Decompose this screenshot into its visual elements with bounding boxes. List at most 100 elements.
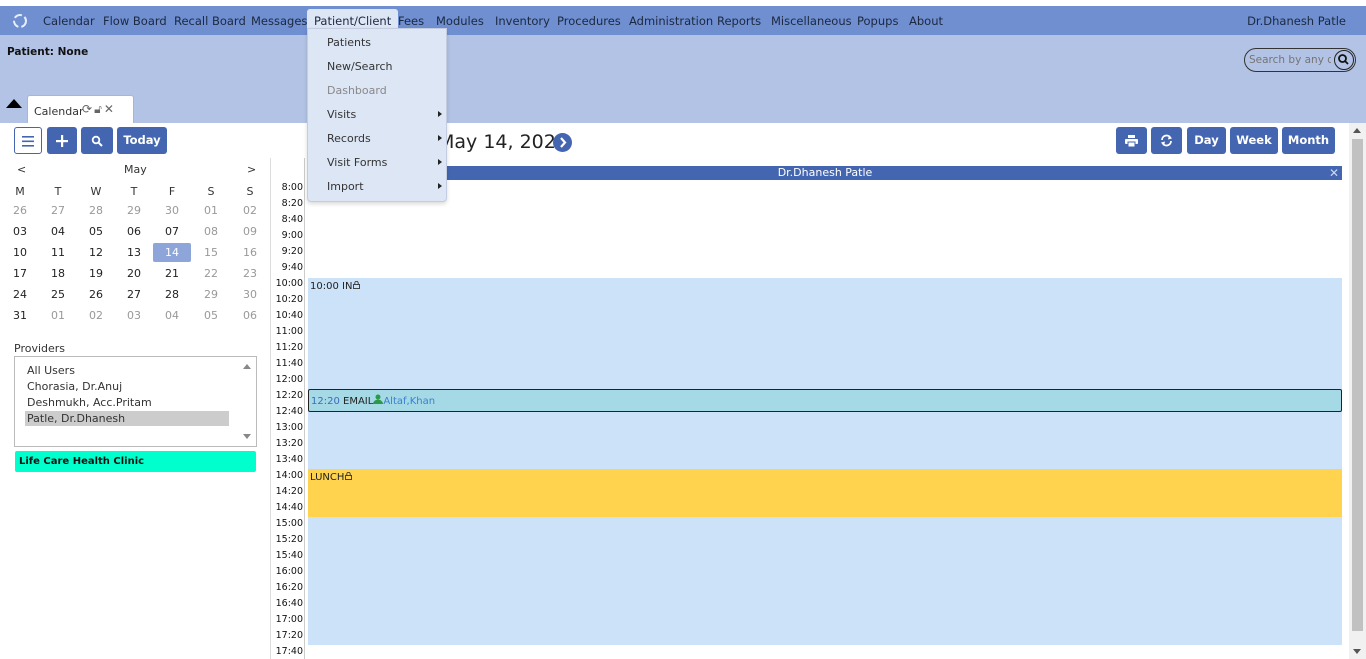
provider-option[interactable]: Chorasia, Dr.Anuj [25, 379, 229, 394]
calendar-day[interactable]: 12 [77, 243, 115, 262]
appointment-patient-link[interactable]: Altaf,Khan [383, 396, 435, 407]
menu-flow-board[interactable]: Flow Board [103, 14, 167, 28]
search-input[interactable] [1249, 52, 1331, 68]
provider-option-selected[interactable]: Patle, Dr.Dhanesh [25, 411, 229, 426]
calendar-day[interactable]: 09 [231, 222, 269, 241]
menu-fees[interactable]: Fees [398, 14, 424, 28]
close-tab-icon[interactable]: ✕ [104, 102, 116, 116]
calendar-day[interactable]: 03 [1, 222, 39, 241]
menu-calendar[interactable]: Calendar [43, 14, 95, 28]
calendar-day[interactable]: 25 [39, 285, 77, 304]
menu-item-import[interactable]: Import [327, 180, 364, 193]
calendar-day[interactable]: 04 [39, 222, 77, 241]
refresh-button[interactable] [1151, 127, 1182, 154]
menu-item-patients[interactable]: Patients [327, 36, 371, 49]
calendar-day[interactable]: 08 [192, 222, 230, 241]
menu-item-new-search[interactable]: New/Search [327, 60, 393, 73]
lock-tab-icon[interactable]: 🔓︎ [94, 102, 104, 116]
user-menu[interactable]: Dr.Dhanesh Patle [1247, 14, 1346, 28]
week-view-button[interactable]: Week [1230, 127, 1278, 154]
calendar-day[interactable]: 24 [1, 285, 39, 304]
menu-miscellaneous[interactable]: Miscellaneous [771, 14, 852, 28]
calendar-day[interactable]: 02 [231, 201, 269, 220]
calendar-day[interactable]: 13 [115, 243, 153, 262]
month-view-button[interactable]: Month [1282, 127, 1335, 154]
calendar-day[interactable]: 17 [1, 264, 39, 283]
provider-option[interactable]: Deshmukh, Acc.Pritam [25, 395, 229, 410]
calendar-day[interactable]: 01 [39, 306, 77, 325]
menu-recall-board[interactable]: Recall Board [174, 14, 246, 28]
prev-month-button[interactable]: < [17, 163, 26, 176]
print-button[interactable] [1116, 127, 1147, 154]
menu-about[interactable]: About [909, 14, 943, 28]
lunch-block[interactable]: LUNCH [308, 469, 1342, 517]
calendar-day[interactable]: 23 [231, 264, 269, 283]
facility-badge: Life Care Health Clinic [15, 451, 256, 472]
calendar-day[interactable]: 19 [77, 264, 115, 283]
scroll-down-icon[interactable] [243, 434, 251, 439]
search-button[interactable] [1334, 50, 1354, 70]
calendar-day[interactable]: 28 [77, 201, 115, 220]
calendar-day[interactable]: 05 [192, 306, 230, 325]
calendar-day[interactable]: 16 [231, 243, 269, 262]
menu-administration[interactable]: Administration [629, 14, 713, 28]
calendar-day[interactable]: 30 [231, 285, 269, 304]
add-appointment-button[interactable] [47, 127, 77, 154]
calendar-day[interactable]: 06 [115, 222, 153, 241]
next-month-button[interactable]: > [247, 163, 256, 176]
calendar-day[interactable]: 21 [153, 264, 191, 283]
menu-procedures[interactable]: Procedures [557, 14, 621, 28]
calendar-day[interactable]: 18 [39, 264, 77, 283]
menu-messages[interactable]: Messages [251, 14, 307, 28]
today-button[interactable]: Today [117, 127, 167, 154]
calendar-day[interactable]: 04 [153, 306, 191, 325]
calendar-day[interactable]: 26 [77, 285, 115, 304]
in-office-block[interactable]: 10:00 IN [308, 278, 1342, 470]
menu-modules[interactable]: Modules [436, 14, 484, 28]
close-icon[interactable]: ✕ [1329, 166, 1339, 180]
menu-item-visit-forms[interactable]: Visit Forms [327, 156, 387, 169]
scroll-up-icon[interactable] [243, 364, 251, 369]
calendar-day[interactable]: 01 [192, 201, 230, 220]
calendar-day[interactable]: 29 [192, 285, 230, 304]
calendar-day[interactable]: 26 [1, 201, 39, 220]
calendar-day[interactable]: 03 [115, 306, 153, 325]
refresh-tab-icon[interactable]: ⟳ [82, 102, 94, 116]
menu-popups[interactable]: Popups [857, 14, 898, 28]
calendar-day[interactable]: 30 [153, 201, 191, 220]
providers-list[interactable]: All Users Chorasia, Dr.Anuj Deshmukh, Ac… [14, 356, 257, 447]
calendar-day[interactable]: 29 [115, 201, 153, 220]
calendar-day[interactable]: 22 [192, 264, 230, 283]
menu-inventory[interactable]: Inventory [495, 14, 550, 28]
app-logo-icon[interactable] [12, 13, 28, 29]
sidebar-toggle-button[interactable] [14, 127, 42, 154]
appointment-email[interactable]: 12:20 EMAIL Altaf,Khan [308, 389, 1342, 412]
provider-option[interactable]: All Users [25, 363, 229, 378]
calendar-day[interactable]: 05 [77, 222, 115, 241]
menu-reports[interactable]: Reports [717, 14, 761, 28]
calendar-day[interactable]: 27 [115, 285, 153, 304]
scrollbar-thumb[interactable] [1352, 139, 1363, 631]
menu-item-records[interactable]: Records [327, 132, 371, 145]
day-view-button[interactable]: Day [1187, 127, 1226, 154]
calendar-day[interactable]: 20 [115, 264, 153, 283]
scroll-down-icon[interactable] [1353, 649, 1361, 654]
in-office-block-afternoon[interactable] [308, 517, 1342, 645]
calendar-day[interactable]: 15 [192, 243, 230, 262]
tab-calendar[interactable]: Calendar ⟳🔓︎✕ [27, 95, 134, 123]
calendar-day[interactable]: 27 [39, 201, 77, 220]
collapse-header-icon[interactable] [6, 99, 22, 108]
scroll-up-icon[interactable] [1353, 128, 1361, 133]
page-scrollbar[interactable] [1349, 123, 1366, 659]
search-appointment-button[interactable] [81, 127, 113, 154]
next-day-button[interactable] [553, 133, 572, 152]
calendar-day[interactable]: 02 [77, 306, 115, 325]
calendar-day[interactable]: 28 [153, 285, 191, 304]
calendar-day[interactable]: 10 [1, 243, 39, 262]
calendar-day[interactable]: 06 [231, 306, 269, 325]
calendar-day[interactable]: 14 [153, 243, 191, 262]
calendar-day[interactable]: 11 [39, 243, 77, 262]
calendar-day[interactable]: 07 [153, 222, 191, 241]
calendar-day[interactable]: 31 [1, 306, 39, 325]
menu-item-visits[interactable]: Visits [327, 108, 356, 121]
